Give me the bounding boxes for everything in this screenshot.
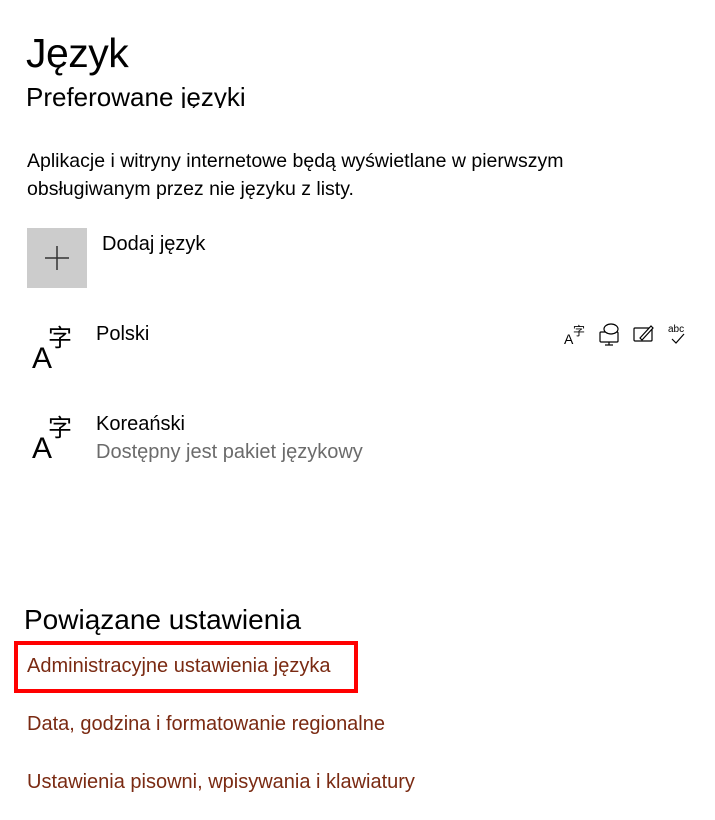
svg-text:字: 字 [48,324,72,352]
spellcheck-icon: abc [666,322,690,346]
spelling-typing-keyboard-settings-link[interactable]: Ustawienia pisowni, wpisywania i klawiat… [27,768,415,796]
language-name: Koreański [96,413,185,435]
preferred-languages-description: Aplikacje i witryny internetowe będą wyś… [27,150,564,200]
speech-icon [598,322,622,346]
svg-text:字: 字 [48,414,72,442]
page-title: Język [26,30,129,76]
language-item-polski[interactable]: A 字 Polski A 字 abc [30,320,690,390]
handwriting-icon [632,322,656,346]
date-time-regional-formatting-link[interactable]: Data, godzina i formatowanie regionalne [27,710,385,738]
display-language-icon: A 字 [564,322,588,347]
language-features: A 字 abc [564,322,690,347]
language-item-koreanski[interactable]: A 字 Koreański Dostępny jest pakiet język… [30,410,690,480]
language-icon: A 字 [30,410,80,465]
plus-icon [27,228,87,288]
add-language-label: Dodaj język [102,233,206,255]
language-name: Polski [96,323,150,345]
add-language-button[interactable]: Dodaj język [27,228,327,288]
administrative-language-settings-link[interactable]: Administracyjne ustawienia języka [27,652,330,680]
preferred-languages-heading: Preferowane języki [26,82,246,108]
svg-text:abc: abc [668,324,684,335]
related-settings-heading: Powiązane ustawienia [24,604,302,635]
svg-text:字: 字 [573,323,585,338]
language-status: Dostępny jest pakiet językowy [96,441,363,463]
language-icon: A 字 [30,320,80,375]
